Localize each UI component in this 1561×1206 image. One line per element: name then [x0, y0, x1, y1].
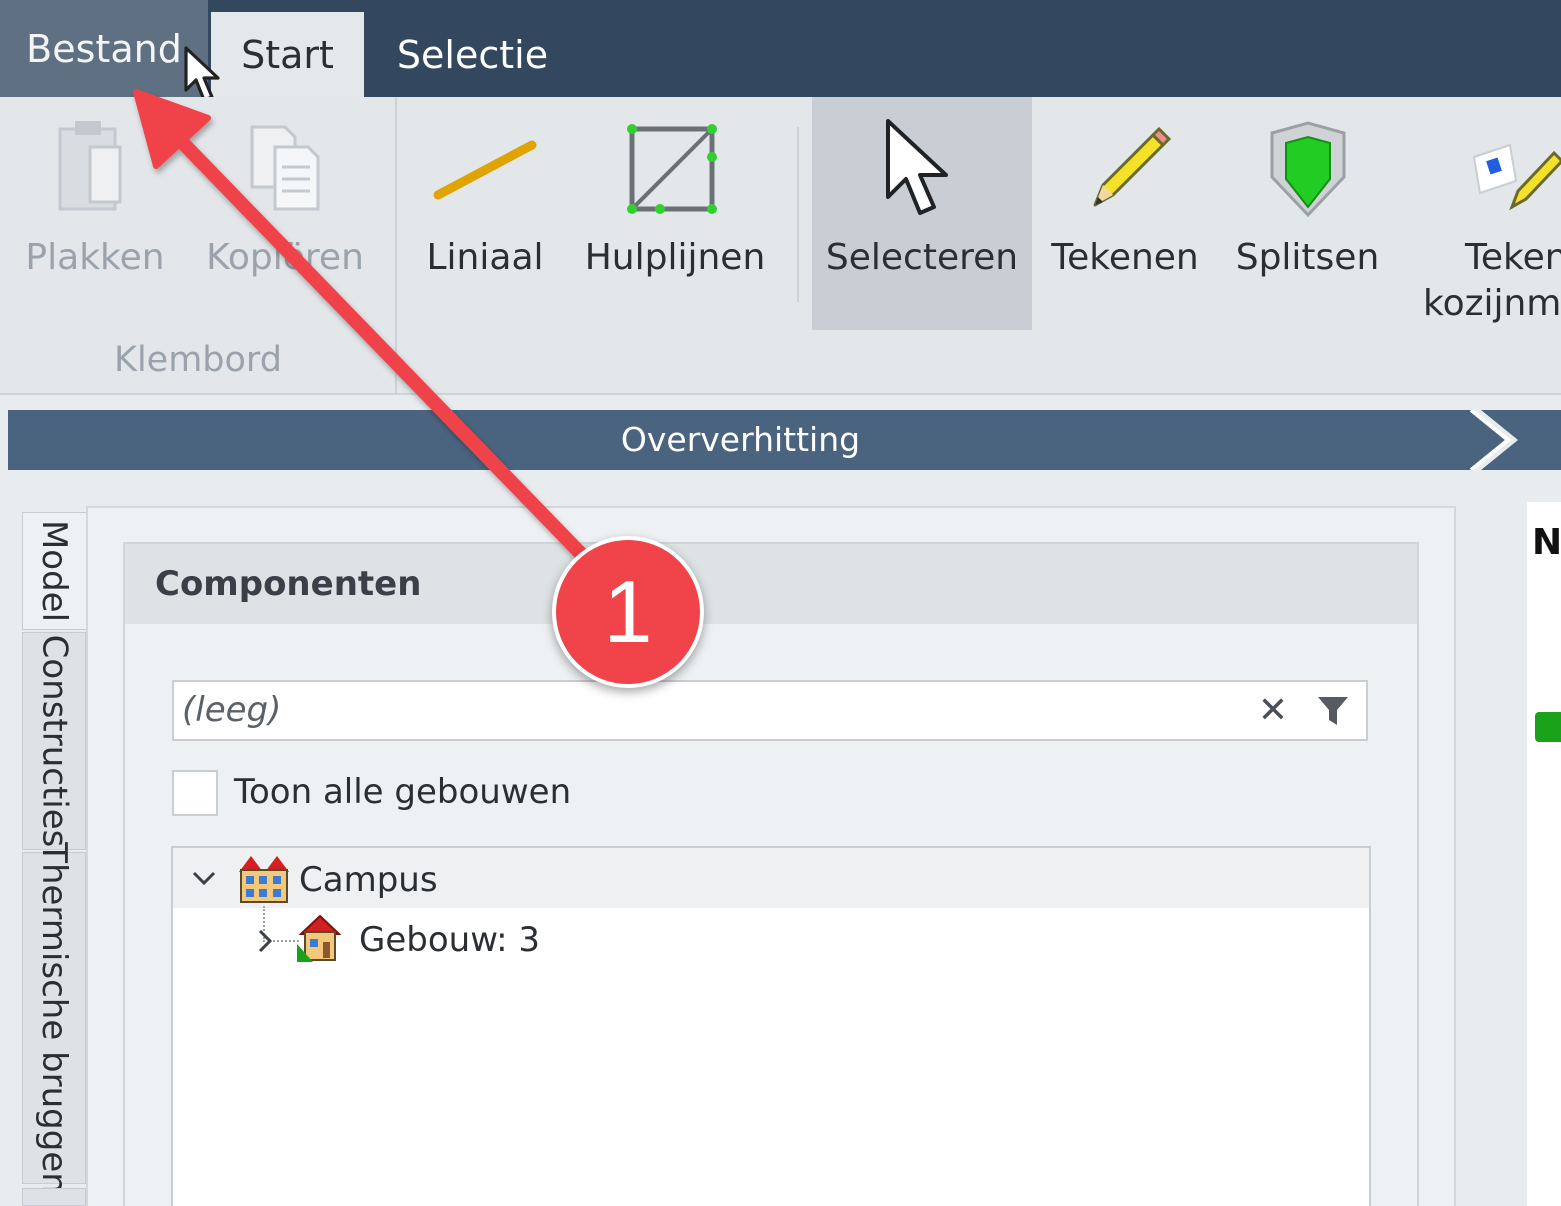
guides-button[interactable]: Hulplijnen [580, 97, 770, 330]
select-label: Selecteren [825, 237, 1019, 278]
copy-button[interactable]: Kopiëren [200, 97, 370, 330]
side-tab-model-label: Model [34, 519, 75, 623]
components-title: Componenten [155, 564, 422, 604]
chevron-right-icon[interactable] [255, 928, 275, 954]
tab-start[interactable]: Start [211, 12, 364, 97]
ruler-button[interactable]: Liniaal [415, 97, 555, 330]
step-label: Oververhitting [620, 420, 861, 459]
ribbon: Plakken Kopiëren Klembord Liniaal Hulpli… [0, 97, 1561, 395]
tab-selection[interactable]: Selectie [375, 12, 570, 97]
ribbon-separator [797, 127, 799, 302]
show-all-buildings-checkbox[interactable] [172, 770, 218, 816]
draw-frame-label-line1: Teken [1465, 237, 1561, 278]
chevron-down-icon[interactable] [191, 868, 217, 888]
show-all-buildings-label: Toon alle gebouwen [234, 772, 572, 812]
draw-button[interactable]: Tekenen [1050, 97, 1200, 330]
ribbon-group-divider [395, 97, 397, 395]
draw-frame-icon [1472, 143, 1561, 211]
guides-icon [627, 124, 717, 214]
filter-icon[interactable] [1316, 694, 1350, 728]
tree-label-building: Gebouw: 3 [359, 920, 541, 960]
side-tab-more[interactable] [22, 1188, 86, 1206]
draw-frame-button[interactable]: Teken kozijnm [1415, 97, 1561, 330]
side-tab-constructies[interactable]: Constructies [22, 632, 86, 850]
copy-icon [250, 125, 320, 211]
clipboard-group-label: Klembord [114, 340, 282, 380]
draw-label: Tekenen [1051, 237, 1199, 278]
paste-label: Plakken [25, 237, 165, 278]
guides-label: Hulplijnen [584, 237, 766, 278]
paste-button[interactable]: Plakken [20, 97, 170, 330]
right-panel-header: N [1532, 522, 1561, 563]
paste-icon [58, 121, 122, 211]
close-icon[interactable]: ✕ [1258, 690, 1288, 731]
draw-frame-label-line2: kozijnm [1423, 283, 1561, 324]
tree-label-campus: Campus [299, 860, 438, 900]
menu-tab-bar: Bestand Start Selectie [0, 0, 1561, 102]
component-tree: Campus Gebouw: 3 [171, 846, 1371, 1206]
mouse-cursor-icon [184, 46, 220, 102]
side-tab-thermische-bruggen-label: Thermische bruggen [34, 842, 75, 1194]
step-number-badge: 1 [552, 536, 704, 688]
house-icon [297, 914, 342, 962]
side-tab-thermische-bruggen[interactable]: Thermische bruggen [22, 842, 86, 1194]
side-tab-constructies-label: Constructies [34, 634, 75, 848]
copy-label: Kopiëren [206, 237, 364, 278]
status-indicator [1535, 712, 1561, 742]
side-tab-model[interactable]: Model [22, 512, 86, 630]
ruler-icon [433, 140, 537, 200]
split-button[interactable]: Splitsen [1230, 97, 1385, 330]
cursor-arrow-icon [886, 119, 948, 215]
pencil-icon [1093, 126, 1172, 207]
search-placeholder: (leeg) [182, 690, 282, 730]
ruler-label: Liniaal [426, 237, 544, 278]
component-search-input[interactable]: (leeg) ✕ [172, 680, 1368, 741]
components-header: Componenten [125, 544, 1417, 624]
select-button[interactable]: Selecteren [812, 97, 1032, 330]
step-number: 1 [603, 562, 653, 661]
split-shield-icon [1270, 121, 1345, 218]
split-label: Splitsen [1235, 237, 1380, 278]
right-panel [1527, 502, 1561, 1206]
app-window: Bestand Start Selectie Plakken Kopiëren … [0, 0, 1561, 1206]
tab-file[interactable]: Bestand [0, 0, 208, 97]
campus-building-icon [239, 856, 289, 903]
